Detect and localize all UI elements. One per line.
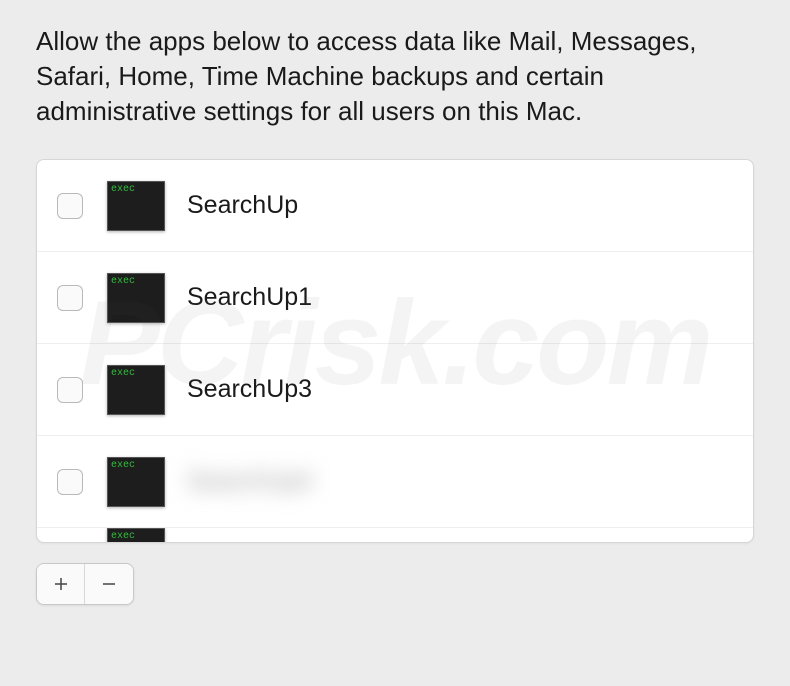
app-name-label: SearchUp3 — [187, 375, 312, 404]
add-button[interactable] — [37, 564, 85, 604]
plus-icon — [52, 575, 70, 593]
exec-terminal-icon: exec — [107, 365, 165, 415]
permission-checkbox[interactable] — [57, 193, 83, 219]
app-name-label: SearchUp1 — [187, 283, 312, 312]
app-name-label: SearchUp4 — [187, 467, 312, 496]
exec-terminal-icon: exec — [107, 273, 165, 323]
app-icon: exec — [107, 457, 165, 507]
permission-checkbox[interactable] — [57, 377, 83, 403]
permission-checkbox[interactable] — [57, 285, 83, 311]
exec-icon-label: exec — [111, 531, 135, 542]
remove-button[interactable] — [85, 564, 133, 604]
exec-terminal-icon: exec — [107, 528, 165, 542]
app-row[interactable]: exec SearchUp1 — [37, 252, 753, 344]
app-permissions-list: exec SearchUp exec SearchUp1 exec Search… — [36, 159, 754, 543]
permission-description: Allow the apps below to access data like… — [0, 0, 790, 147]
app-row[interactable]: exec SearchUp3 — [37, 344, 753, 436]
exec-terminal-icon: exec — [107, 181, 165, 231]
app-icon: exec — [107, 273, 165, 323]
exec-icon-label: exec — [111, 460, 135, 471]
app-row[interactable]: exec SearchUp4 — [37, 436, 753, 528]
exec-icon-label: exec — [111, 184, 135, 195]
app-name-label: SearchUp — [187, 191, 298, 220]
app-row[interactable]: exec SearchUp — [37, 160, 753, 252]
permission-checkbox[interactable] — [57, 469, 83, 495]
app-row-partial: exec — [37, 528, 753, 542]
app-icon: exec — [107, 365, 165, 415]
list-edit-buttons — [36, 563, 134, 605]
exec-terminal-icon: exec — [107, 457, 165, 507]
exec-icon-label: exec — [111, 276, 135, 287]
app-icon: exec — [107, 181, 165, 231]
minus-icon — [100, 575, 118, 593]
exec-icon-label: exec — [111, 368, 135, 379]
